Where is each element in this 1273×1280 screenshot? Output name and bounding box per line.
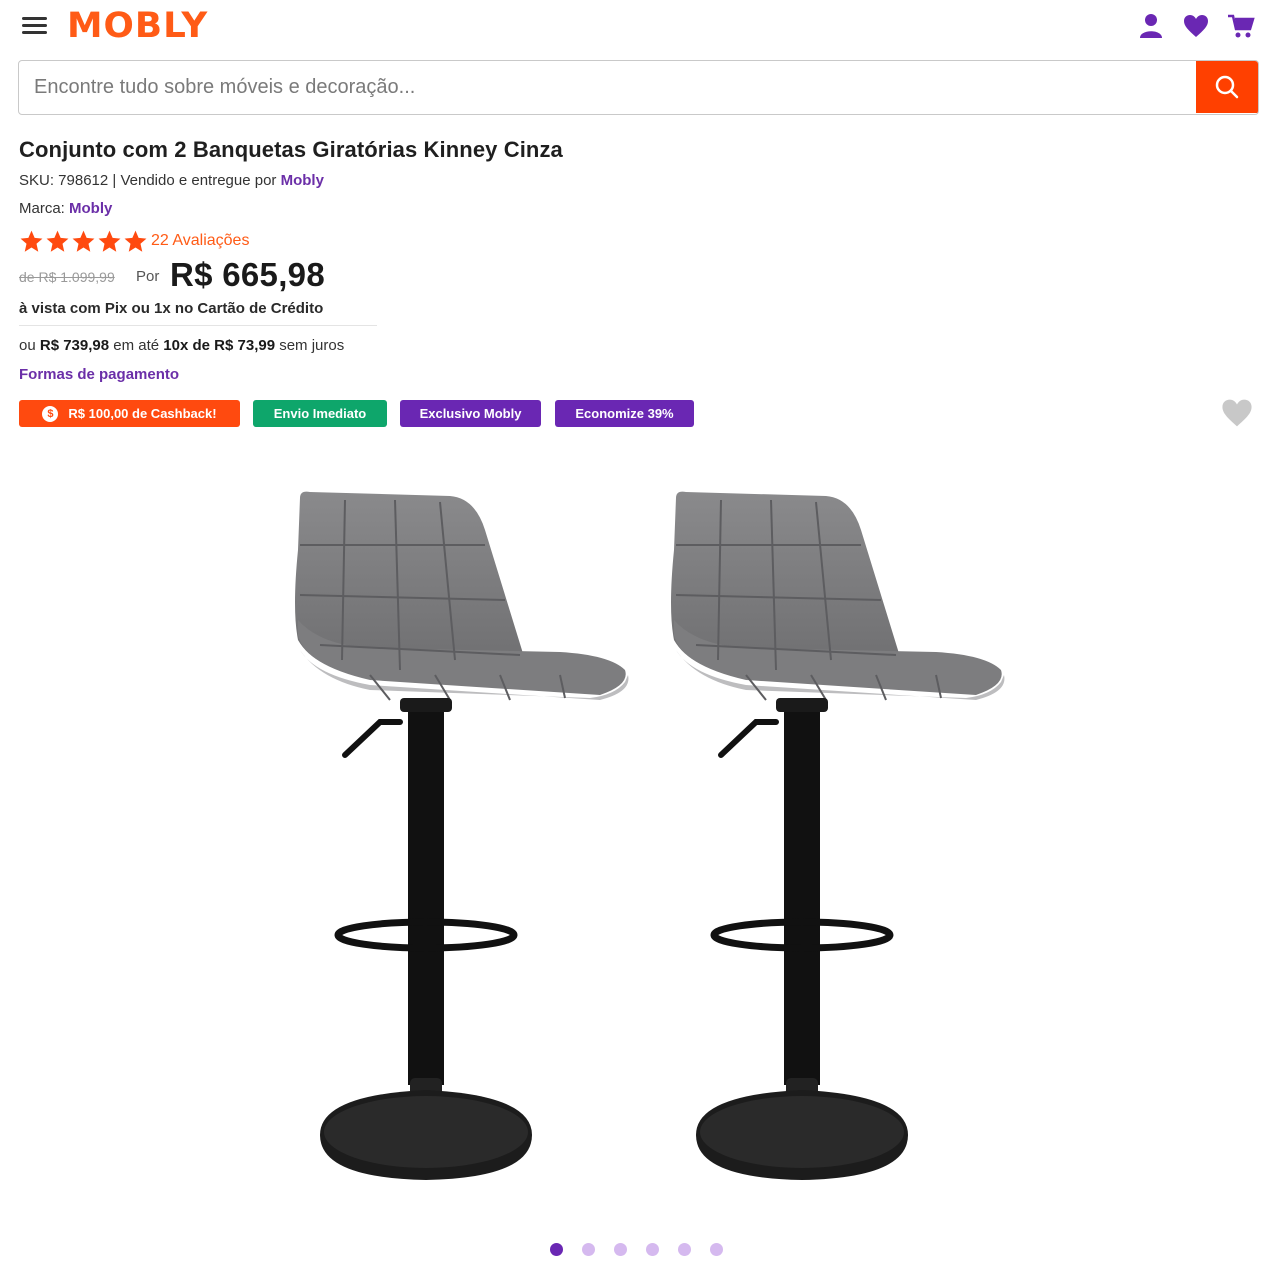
stool-left: [295, 491, 629, 1180]
brand-label: Marca:: [19, 200, 70, 217]
user-icon[interactable]: [1137, 12, 1165, 40]
search-icon: [1215, 75, 1239, 99]
rating: 22 Avaliações: [19, 228, 249, 254]
star-icon: [20, 230, 43, 252]
discount-badge: Economize 39%: [555, 400, 694, 427]
exclusive-badge: Exclusivo Mobly: [400, 400, 541, 427]
product-title: Conjunto com 2 Banquetas Giratórias Kinn…: [19, 137, 563, 162]
heart-outline-icon: [1222, 399, 1252, 427]
favorite-button[interactable]: [1220, 397, 1254, 429]
shipping-badge: Envio Imediato: [253, 400, 387, 427]
star-icon: [72, 230, 95, 252]
brand-link[interactable]: Mobly: [69, 200, 112, 217]
carousel-dot[interactable]: [614, 1243, 627, 1256]
product-image[interactable]: [260, 470, 1040, 1210]
carousel-dot[interactable]: [678, 1243, 691, 1256]
search-button[interactable]: [1196, 61, 1258, 113]
carousel-dot[interactable]: [582, 1243, 595, 1256]
carousel-dot[interactable]: [646, 1243, 659, 1256]
sku-line: SKU: 798612 | Vendido e entregue por Mob…: [19, 172, 324, 189]
brand-line: Marca: Mobly: [19, 200, 112, 217]
install-parcels: 10x de R$ 73,99: [163, 337, 276, 354]
stool-right: [671, 491, 1005, 1180]
heart-icon[interactable]: [1182, 12, 1210, 40]
install-suffix: sem juros: [275, 337, 345, 354]
star-icon: [98, 230, 121, 252]
logo[interactable]: MOBLY: [67, 6, 208, 46]
cashback-badge: $ R$ 100,00 de Cashback!: [19, 400, 240, 427]
star-icon: [46, 230, 69, 252]
old-price: de R$ 1.099,99: [19, 269, 115, 285]
install-total: R$ 739,98: [39, 337, 110, 354]
cart-icon[interactable]: [1227, 12, 1255, 40]
install-prefix: ou: [19, 337, 40, 354]
rating-stars: [19, 229, 149, 254]
seller-link[interactable]: Mobly: [281, 172, 324, 189]
pix-note: à vista com Pix ou 1x no Cartão de Crédi…: [19, 300, 324, 317]
current-price: R$ 665,98: [170, 256, 325, 293]
search-bar: [18, 60, 1259, 115]
reviews-link[interactable]: 22 Avaliações: [151, 232, 249, 250]
installments: ou R$ 739,98 em até 10x de R$ 73,99 sem …: [19, 337, 344, 354]
sku-text: SKU: 798612 | Vendido e entregue por: [19, 172, 281, 189]
carousel-dot[interactable]: [710, 1243, 723, 1256]
divider: [19, 325, 377, 326]
cashback-label: R$ 100,00 de Cashback!: [68, 406, 217, 421]
menu-icon[interactable]: [22, 14, 48, 36]
header: MOBLY: [0, 0, 1273, 56]
carousel-dots: [550, 1243, 742, 1256]
coin-icon: $: [42, 405, 59, 422]
install-mid: em até: [109, 337, 164, 354]
payment-methods-link[interactable]: Formas de pagamento: [19, 366, 179, 383]
carousel-dot[interactable]: [550, 1243, 563, 1256]
star-icon: [124, 230, 147, 252]
search-input[interactable]: [19, 61, 1197, 113]
price-prefix: Por: [136, 268, 160, 285]
